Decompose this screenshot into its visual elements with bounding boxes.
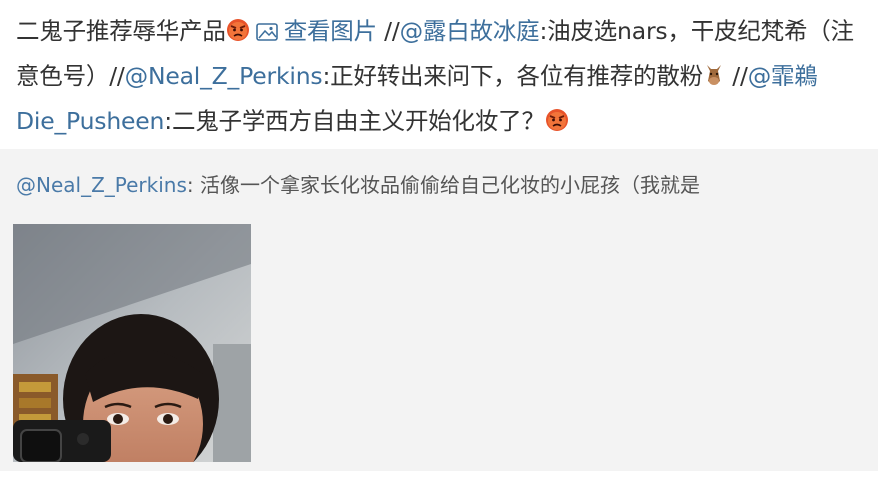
post-text-segment: :正好转出来问下，各位有推荐的散粉 bbox=[322, 62, 703, 90]
angry-face-icon bbox=[545, 103, 569, 145]
horse-face-icon bbox=[703, 58, 725, 100]
repost-mention-link[interactable]: @Neal_Z_Perkins bbox=[16, 173, 187, 197]
mention-link-2[interactable]: @Neal_Z_Perkins bbox=[125, 62, 323, 90]
view-image-link[interactable]: 查看图片 bbox=[255, 10, 377, 55]
bottom-divider bbox=[0, 471, 878, 477]
separator: // bbox=[724, 62, 748, 90]
repost-text-body: : 活像一个拿家长化妆品偷偷给自己化妆的小屁孩（我就是 bbox=[186, 173, 700, 197]
angry-face-icon bbox=[226, 13, 250, 55]
mention-link-1[interactable]: @露白故冰庭 bbox=[400, 17, 540, 45]
view-image-label: 查看图片 bbox=[283, 17, 377, 45]
post-text: 二鬼子推荐辱华产品 查看图片 //@露白故冰庭:油皮选nars，干皮纪梵希（注意色… bbox=[16, 10, 874, 145]
image-icon bbox=[255, 13, 278, 55]
repost-photo[interactable] bbox=[13, 224, 251, 462]
separator: // bbox=[376, 17, 400, 45]
repost-box: @Neal_Z_Perkins: 活像一个拿家长化妆品偷偷给自己化妆的小屁孩（我… bbox=[0, 149, 878, 471]
repost-text: @Neal_Z_Perkins: 活像一个拿家长化妆品偷偷给自己化妆的小屁孩（我… bbox=[16, 168, 700, 202]
post-text-segment: 二鬼子推荐辱华产品 bbox=[16, 17, 226, 45]
post-text-segment: :二鬼子学西方自由主义开始化妆了？ bbox=[164, 107, 545, 135]
